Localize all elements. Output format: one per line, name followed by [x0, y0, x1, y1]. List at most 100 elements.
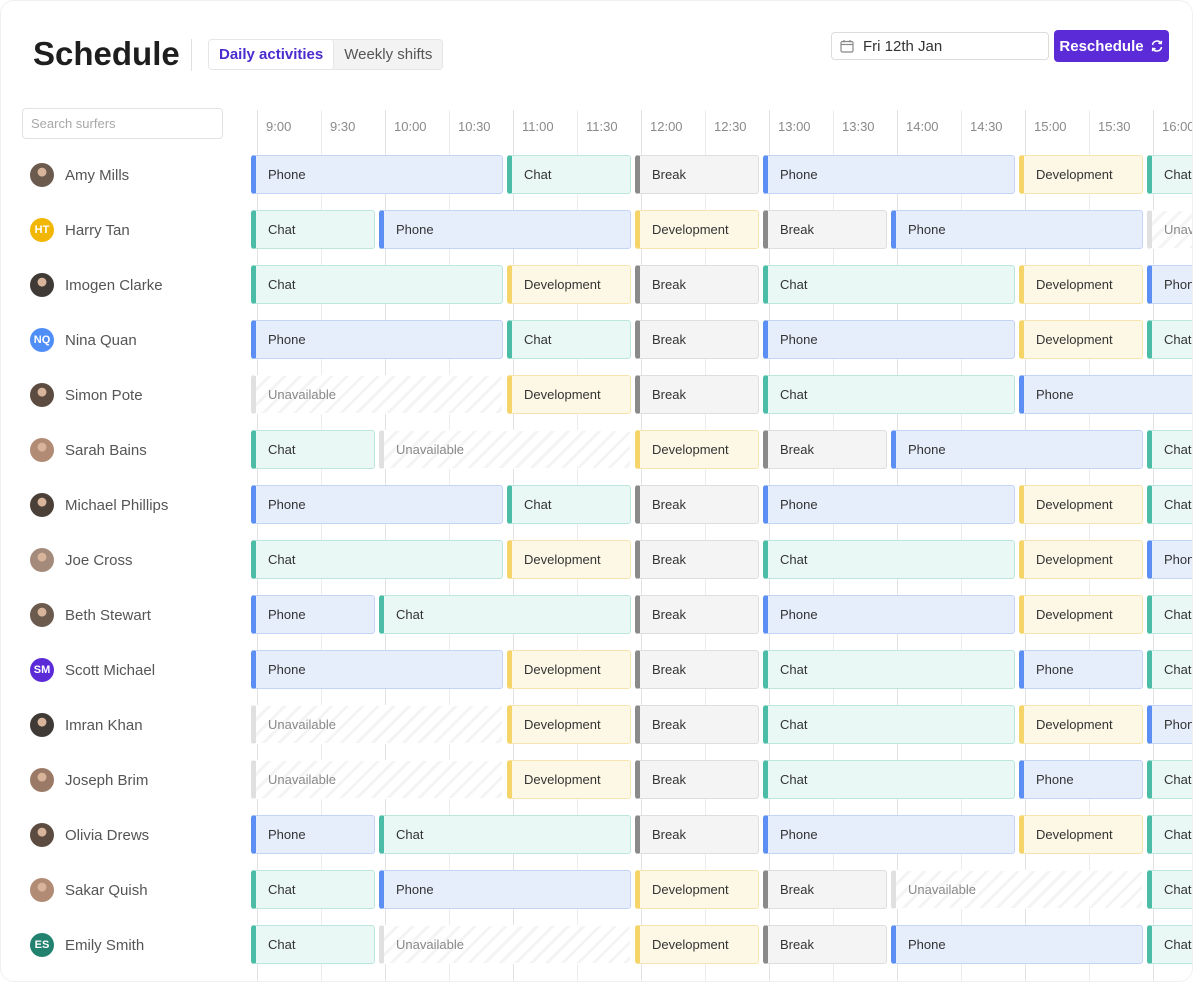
activity-block-chat[interactable]: Chat [763, 375, 1015, 414]
activity-block-unavailable[interactable]: Unavailable [251, 760, 503, 799]
activity-block-break[interactable]: Break [635, 485, 759, 524]
activity-block-chat[interactable]: Chat [379, 595, 631, 634]
surfer-row-label[interactable]: HT Harry Tan [30, 217, 130, 243]
activity-block-development[interactable]: Development [507, 540, 631, 579]
surfer-row-label[interactable]: Joe Cross [30, 547, 133, 573]
activity-block-development[interactable]: Development [1019, 265, 1143, 304]
activity-block-chat[interactable]: Chat [251, 870, 375, 909]
activity-block-chat[interactable]: Chat [1147, 760, 1193, 799]
activity-block-unavailable[interactable]: Unavailable [891, 870, 1143, 909]
activity-block-phone[interactable]: Phone [251, 485, 503, 524]
activity-block-development[interactable]: Development [635, 870, 759, 909]
activity-block-break[interactable]: Break [635, 155, 759, 194]
tab-weekly-shifts[interactable]: Weekly shifts [334, 40, 442, 69]
activity-block-break[interactable]: Break [763, 870, 887, 909]
activity-block-phone[interactable]: Phone [251, 155, 503, 194]
activity-block-chat[interactable]: Chat [1147, 815, 1193, 854]
reschedule-button[interactable]: Reschedule [1054, 30, 1169, 62]
activity-block-chat[interactable]: Chat [251, 430, 375, 469]
activity-block-phone[interactable]: Phone [251, 650, 503, 689]
surfer-row-label[interactable]: ES Emily Smith [30, 932, 144, 958]
activity-block-chat[interactable]: Chat [1147, 430, 1193, 469]
activity-block-break[interactable]: Break [635, 540, 759, 579]
activity-block-chat[interactable]: Chat [1147, 925, 1193, 964]
activity-block-break[interactable]: Break [635, 595, 759, 634]
search-input[interactable] [22, 108, 223, 139]
activity-block-chat[interactable]: Chat [1147, 155, 1193, 194]
surfer-row-label[interactable]: Simon Pote [30, 382, 143, 408]
activity-block-phone[interactable]: Phone [763, 595, 1015, 634]
activity-block-unavailable[interactable]: Unavailable [251, 375, 503, 414]
activity-block-chat[interactable]: Chat [507, 155, 631, 194]
surfer-row-label[interactable]: Beth Stewart [30, 602, 151, 628]
activity-block-break[interactable]: Break [635, 320, 759, 359]
surfer-row-label[interactable]: Olivia Drews [30, 822, 149, 848]
activity-block-unavailable[interactable]: Unavailable [1147, 210, 1193, 249]
activity-block-phone[interactable]: Phone [251, 320, 503, 359]
activity-block-break[interactable]: Break [635, 815, 759, 854]
activity-block-chat[interactable]: Chat [251, 210, 375, 249]
activity-block-development[interactable]: Development [1019, 320, 1143, 359]
activity-block-development[interactable]: Development [1019, 705, 1143, 744]
activity-block-development[interactable]: Development [1019, 595, 1143, 634]
activity-block-chat[interactable]: Chat [763, 760, 1015, 799]
activity-block-phone[interactable]: Phone [891, 925, 1143, 964]
activity-block-chat[interactable]: Chat [763, 650, 1015, 689]
activity-block-break[interactable]: Break [635, 705, 759, 744]
activity-block-phone[interactable]: Phone [251, 595, 375, 634]
activity-block-chat[interactable]: Chat [251, 540, 503, 579]
activity-block-chat[interactable]: Chat [379, 815, 631, 854]
activity-block-phone[interactable]: Phone [1147, 705, 1193, 744]
activity-block-development[interactable]: Development [635, 210, 759, 249]
activity-block-phone[interactable]: Phone [763, 320, 1015, 359]
surfer-row-label[interactable]: Michael Phillips [30, 492, 168, 518]
activity-block-unavailable[interactable]: Unavailable [379, 430, 631, 469]
activity-block-break[interactable]: Break [635, 650, 759, 689]
activity-block-chat[interactable]: Chat [1147, 650, 1193, 689]
activity-block-chat[interactable]: Chat [1147, 595, 1193, 634]
activity-block-phone[interactable]: Phone [891, 210, 1143, 249]
surfer-row-label[interactable]: Imogen Clarke [30, 272, 163, 298]
activity-block-chat[interactable]: Chat [763, 265, 1015, 304]
surfer-row-label[interactable]: SM Scott Michael [30, 657, 155, 683]
activity-block-unavailable[interactable]: Unavailable [251, 705, 503, 744]
activity-block-development[interactable]: Development [1019, 815, 1143, 854]
activity-block-unavailable[interactable]: Unavailable [379, 925, 631, 964]
activity-block-phone[interactable]: Phone [763, 485, 1015, 524]
activity-block-chat[interactable]: Chat [1147, 320, 1193, 359]
activity-block-break[interactable]: Break [763, 925, 887, 964]
surfer-row-label[interactable]: Joseph Brim [30, 767, 148, 793]
surfer-row-label[interactable]: Sakar Quish [30, 877, 148, 903]
surfer-row-label[interactable]: Amy Mills [30, 162, 129, 188]
activity-block-break[interactable]: Break [635, 375, 759, 414]
activity-block-phone[interactable]: Phone [379, 210, 631, 249]
surfer-row-label[interactable]: NQ Nina Quan [30, 327, 137, 353]
activity-block-phone[interactable]: Phone [1019, 375, 1193, 414]
activity-block-phone[interactable]: Phone [379, 870, 631, 909]
activity-block-development[interactable]: Development [507, 760, 631, 799]
activity-block-chat[interactable]: Chat [763, 540, 1015, 579]
activity-block-break[interactable]: Break [763, 210, 887, 249]
activity-block-chat[interactable]: Chat [1147, 485, 1193, 524]
activity-block-phone[interactable]: Phone [763, 155, 1015, 194]
activity-block-break[interactable]: Break [635, 265, 759, 304]
activity-block-development[interactable]: Development [507, 265, 631, 304]
tab-daily-activities[interactable]: Daily activities [209, 40, 335, 69]
activity-block-development[interactable]: Development [507, 375, 631, 414]
activity-block-chat[interactable]: Chat [251, 265, 503, 304]
activity-block-chat[interactable]: Chat [507, 485, 631, 524]
activity-block-development[interactable]: Development [1019, 155, 1143, 194]
activity-block-phone[interactable]: Phone [891, 430, 1143, 469]
activity-block-development[interactable]: Development [507, 650, 631, 689]
activity-block-phone[interactable]: Phone [763, 815, 1015, 854]
surfer-row-label[interactable]: Sarah Bains [30, 437, 147, 463]
activity-block-development[interactable]: Development [1019, 540, 1143, 579]
surfer-row-label[interactable]: Imran Khan [30, 712, 143, 738]
activity-block-phone[interactable]: Phone [1147, 265, 1193, 304]
activity-block-development[interactable]: Development [1019, 485, 1143, 524]
activity-block-development[interactable]: Development [507, 705, 631, 744]
activity-block-phone[interactable]: Phone [251, 815, 375, 854]
activity-block-chat[interactable]: Chat [507, 320, 631, 359]
activity-block-break[interactable]: Break [763, 430, 887, 469]
activity-block-development[interactable]: Development [635, 430, 759, 469]
